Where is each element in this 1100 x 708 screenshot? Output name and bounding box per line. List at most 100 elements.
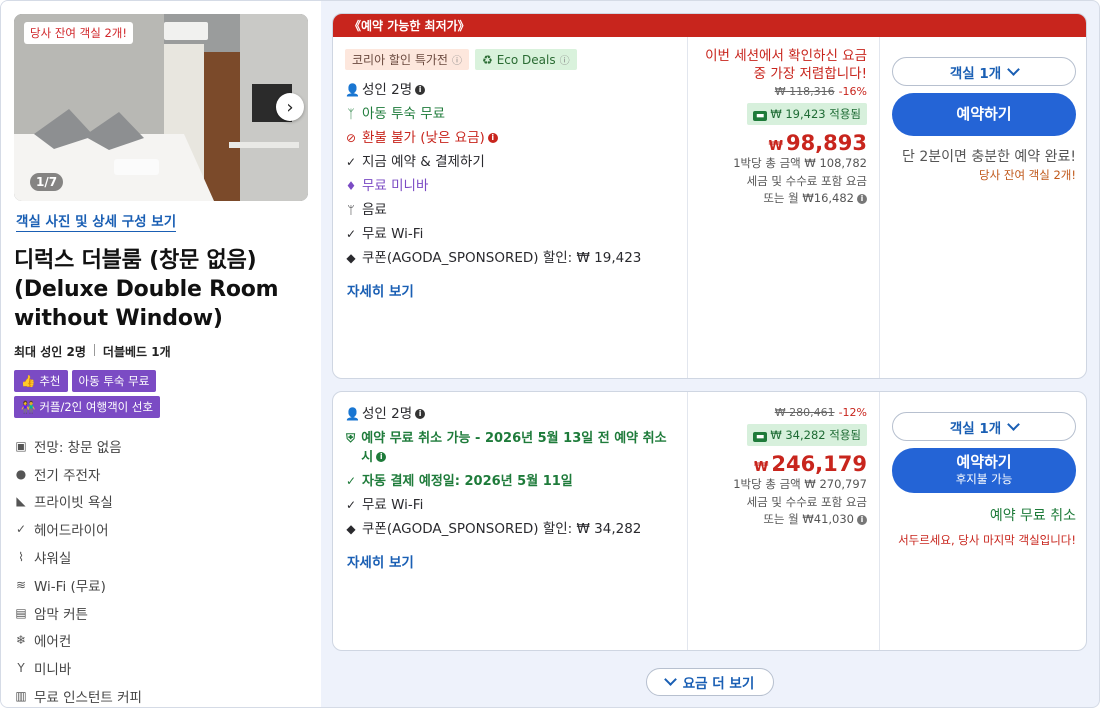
- feature-kids: ᛉ 아동 투숙 무료: [345, 102, 675, 126]
- tag-icon: ◆: [346, 521, 356, 536]
- tag-kids-free: 아동 투숙 무료: [71, 370, 157, 392]
- child-icon: ᛉ: [347, 106, 355, 121]
- info-icon[interactable]: i: [415, 84, 426, 95]
- cheapest-banner: 《예약 가능한 최저가》: [333, 14, 1086, 37]
- couple-icon: 👫: [21, 400, 36, 414]
- feature-pay: ✓ 지금 예약 & 결제하기: [345, 153, 485, 170]
- amenity-item: ⌇ 샤워실: [14, 543, 308, 571]
- amenity-list: ▣ 전망: 창문 없음 ● 전기 주전자 ◣ 프라이빗 욕실 ✓ 헤어드라이어 ⌇ 샤워실…: [14, 432, 308, 707]
- no-refund-icon: ⊘: [345, 130, 357, 145]
- offer-features: 👤 성인 2명 i ⛨ 예약 무료 취소 가능 - 2026년 5월 13일 전 예약…: [333, 392, 687, 650]
- feature-adults: 👤 성인 2명 i: [345, 402, 675, 426]
- info-icon: ⓘ: [559, 56, 570, 67]
- feature-list: 👤 성인 2명 i ⛨ 예약 무료 취소 가능 - 2026년 5월 13일 전 예약…: [345, 402, 675, 541]
- room-listing: 당사 잔여 객실 2개! › 1/7 객실 사진 및 상세 구성 보기 디럭스 …: [0, 0, 1100, 708]
- scarcity-note: 당사 잔여 객실 2개!: [979, 168, 1076, 182]
- person-icon: 👤: [345, 406, 360, 421]
- feature-adults: 👤 성인 2명 i: [345, 78, 675, 102]
- ticket-icon: ▬: [752, 432, 768, 442]
- chevron-down-icon: [1007, 417, 1021, 431]
- monthly-payment: 또는 월 ₩41,030 i: [696, 511, 867, 529]
- cutlery-icon: ᛘ: [347, 202, 355, 217]
- eco-deals-badge[interactable]: ♻ Eco Deals ⓘ: [474, 49, 577, 70]
- book-button[interactable]: 예약하기: [892, 93, 1076, 136]
- feature-autopay: ✓ 자동 결제 예정일: 2026년 5월 11일: [345, 473, 573, 489]
- coffee-icon: ▥: [15, 689, 27, 704]
- info-icon[interactable]: i: [415, 408, 426, 419]
- offer-pricing: ₩ 280,461 -12% ▬ ₩ 34,282 적용됨 ₩246,179 1박당…: [687, 392, 879, 650]
- amenity-item: ● 전기 주전자: [15, 466, 101, 484]
- amenity-item: Y 미니바: [14, 654, 308, 682]
- eco-icon: ♻: [481, 52, 493, 67]
- amenity-item: ≋ Wi-Fi (무료): [15, 577, 106, 595]
- feature-drinks: ᛘ 음료: [345, 198, 675, 222]
- room-title: 디럭스 더블룸 (창문 없음) (Deluxe Double Room with…: [14, 248, 279, 331]
- amenity-item: ❄ 에어컨: [15, 633, 72, 651]
- room-photos-link[interactable]: 객실 사진 및 상세 구성 보기: [16, 210, 177, 232]
- check-icon: ✓: [345, 154, 357, 169]
- chevron-down-icon: [1007, 62, 1021, 76]
- tax-note: 세금 및 수수료 포함 요금: [746, 173, 867, 188]
- quick-booking-hint: 단 2분이면 충분한 예약 완료!: [902, 149, 1076, 165]
- tax-note: 세금 및 수수료 포함 요금: [746, 494, 867, 509]
- price: ₩98,893: [768, 131, 867, 155]
- details-link[interactable]: 자세히 보기: [345, 551, 675, 571]
- kettle-icon: ●: [15, 466, 27, 481]
- amenity-item: ▥ 무료 인스턴트 커피: [15, 689, 142, 707]
- coupon-applied-badge: ▬ ₩ 19,423 적용됨: [746, 103, 867, 125]
- tag-recommended: 👍 추천: [14, 370, 68, 392]
- check-icon: ✓: [345, 226, 357, 241]
- photo-next-button[interactable]: ›: [276, 93, 304, 121]
- tag-icon: ◆: [346, 250, 356, 265]
- monthly-payment: 또는 월 ₩16,482 i: [696, 190, 867, 208]
- room-tags: 👍 추천 아동 투숙 무료 👫 커플/2인 여행객이 선호: [14, 370, 254, 418]
- check-icon: ✓: [345, 497, 357, 512]
- curtain-icon: ▤: [15, 605, 27, 620]
- per-night-total: 1박당 총 금액 ₩ 108,782: [733, 156, 867, 170]
- korea-sale-badge[interactable]: 코리아 할인 특가전 ⓘ: [345, 49, 469, 70]
- book-button[interactable]: 예약하기 후지불 가능: [892, 448, 1076, 493]
- amenity-item: ▤ 암막 커튼: [15, 605, 88, 623]
- room-count-select[interactable]: 객실 1개: [892, 412, 1076, 441]
- room-count-select[interactable]: 객실 1개: [892, 57, 1076, 86]
- snowflake-icon: ❄: [15, 633, 27, 648]
- cocktail-icon: Y: [17, 661, 25, 676]
- promo-badges: 코리아 할인 특가전 ⓘ ♻ Eco Deals ⓘ: [345, 49, 675, 70]
- view-icon: ▣: [15, 438, 27, 453]
- info-icon[interactable]: i: [487, 132, 498, 143]
- offer-card-2: 👤 성인 2명 i ⛨ 예약 무료 취소 가능 - 2026년 5월 13일 전 예약…: [332, 391, 1087, 651]
- info-icon[interactable]: i: [376, 452, 387, 462]
- per-night-total: 1박당 총 금액 ₩ 270,797: [733, 477, 867, 491]
- bathtub-icon: ◣: [16, 494, 26, 509]
- feature-wifi: ✓ 무료 Wi-Fi: [345, 496, 424, 513]
- chevron-down-icon: [663, 673, 677, 686]
- offer-card-1: 《예약 가능한 최저가》 코리아 할인 특가전 ⓘ ♻ Eco Deals ⓘ 👤 성인…: [332, 13, 1087, 379]
- amenity-item: ▣ 전망: 창문 없음: [15, 438, 122, 456]
- price: ₩246,179: [754, 452, 867, 476]
- photo-availability-badge: 당사 잔여 객실 2개!: [24, 22, 133, 44]
- feature-refund: ⊘ 환불 불가 (낮은 요금) i: [345, 126, 675, 150]
- photo-counter: 1/7: [30, 173, 64, 191]
- details-link[interactable]: 자세히 보기: [345, 280, 675, 300]
- free-cancel-note: 예약 무료 취소: [989, 508, 1076, 524]
- original-price: ₩ 280,461 -12%: [774, 406, 867, 419]
- scarcity-note: 서두르세요, 당사 마지막 객실입니다!: [898, 533, 1076, 547]
- ticket-icon: ▬: [752, 111, 768, 121]
- offer-actions: 객실 1개 예약하기 후지불 가능 예약 무료 취소 서두르세요, 당사 마지막 …: [879, 392, 1086, 650]
- wifi-icon: ≋: [15, 577, 27, 592]
- room-photo[interactable]: 당사 잔여 객실 2개! › 1/7: [14, 14, 308, 201]
- show-more-rates-button[interactable]: 요금 더 보기: [646, 668, 774, 696]
- offer-pricing: 이번 세션에서 확인하신 요금 중 가장 저렴합니다! ₩ 118,316 -16…: [687, 37, 879, 378]
- info-icon[interactable]: i: [857, 193, 867, 204]
- info-icon[interactable]: i: [857, 514, 867, 525]
- original-price: ₩ 118,316 -16%: [774, 85, 867, 98]
- max-guests: 최대 성인 2명: [14, 345, 86, 359]
- diamond-icon: ♦: [345, 178, 357, 193]
- feature-coupon: ◆ 쿠폰(AGODA_SPONSORED) 할인: ₩ 19,423: [346, 249, 642, 266]
- thumbs-up-icon: 👍: [21, 374, 36, 388]
- room-info-panel: 당사 잔여 객실 2개! › 1/7 객실 사진 및 상세 구성 보기 디럭스 …: [1, 1, 321, 707]
- feature-coupon: ◆ 쿠폰(AGODA_SPONSORED) 할인: ₩ 34,282: [346, 520, 642, 537]
- info-icon: ⓘ: [451, 56, 462, 67]
- check-icon: ✓: [345, 473, 357, 488]
- feature-free-cancel: ⛨ 예약 무료 취소 가능 - 2026년 5월 13일 전 예약 취소 시i: [346, 430, 667, 465]
